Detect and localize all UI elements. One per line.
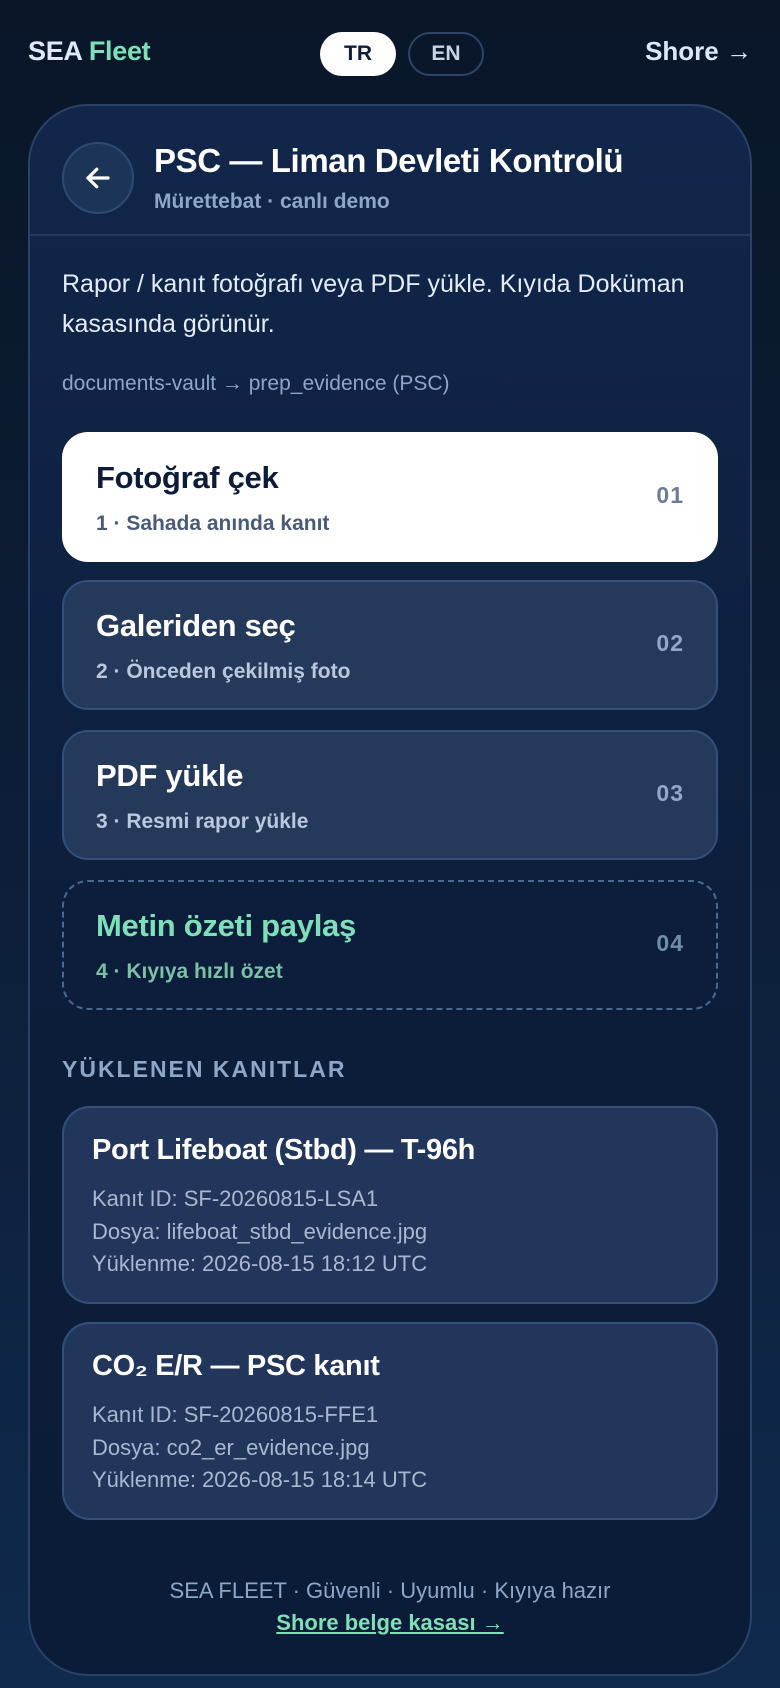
- option-number: 04: [656, 930, 684, 956]
- evidence-title: CO₂ E/R — PSC kanıt: [92, 1350, 380, 1382]
- footer-tagline: SEA FLEET · Güvenli · Uyumlu · Kıyıya ha…: [169, 1578, 611, 1603]
- brand-part-sea: SEA: [28, 36, 82, 66]
- option-take-photo[interactable]: Fotoğraf çek 1 · Sahada anında kanıt 01: [62, 432, 718, 562]
- evidence-date: Yüklenme: 2026-08-15 18:14 UTC: [92, 1467, 428, 1492]
- option-subtitle: 3 · Resmi rapor yükle: [96, 810, 309, 833]
- option-number: 02: [656, 630, 684, 656]
- evidence-card[interactable]: Port Lifeboat (Stbd) — T-96h Kanıt ID: S…: [62, 1106, 718, 1304]
- option-subtitle: 4 · Kıyıya hızlı özet: [96, 960, 283, 983]
- vault-path: documents-vault → prep_evidence (PSC): [62, 372, 450, 395]
- evidence-id: Kanıt ID: SF-20260815-LSA1: [92, 1186, 379, 1211]
- evidence-file: Dosya: lifeboat_stbd_evidence.jpg: [92, 1219, 428, 1244]
- option-choose-gallery[interactable]: Galeriden seç 2 · Önceden çekilmiş foto …: [62, 580, 718, 710]
- uploads-section-title: YÜKLENEN KANITLAR: [62, 1056, 347, 1082]
- lang-tr-button[interactable]: TR: [320, 32, 396, 76]
- page-title: PSC — Liman Devleti Kontrolü: [154, 142, 624, 179]
- evidence-title: Port Lifeboat (Stbd) — T-96h: [92, 1134, 476, 1166]
- option-subtitle: 2 · Önceden çekilmiş foto: [96, 660, 351, 683]
- option-upload-pdf[interactable]: PDF yükle 3 · Resmi rapor yükle 03: [62, 730, 718, 860]
- main-card: PSC — Liman Devleti Kontrolü Mürettebat …: [28, 104, 752, 1676]
- evidence-date: Yüklenme: 2026-08-15 18:12 UTC: [92, 1251, 428, 1276]
- lang-en-button[interactable]: EN: [408, 32, 484, 76]
- option-number: 03: [656, 780, 684, 806]
- card-header: PSC — Liman Devleti Kontrolü Mürettebat …: [30, 106, 750, 236]
- evidence-card[interactable]: CO₂ E/R — PSC kanıt Kanıt ID: SF-2026081…: [62, 1322, 718, 1520]
- evidence-id: Kanıt ID: SF-20260815-FFE1: [92, 1402, 379, 1427]
- option-title: PDF yükle: [96, 758, 244, 793]
- shore-vault-link[interactable]: Shore belge kasası →: [276, 1610, 503, 1635]
- page-subtitle: Mürettebat · canlı demo: [154, 190, 390, 213]
- option-title: Metin özeti paylaş: [96, 908, 356, 943]
- back-button[interactable]: [62, 142, 134, 214]
- option-number: 01: [656, 482, 684, 508]
- upload-description: Rapor / kanıt fotoğrafı veya PDF yükle. …: [62, 270, 685, 338]
- evidence-file: Dosya: co2_er_evidence.jpg: [92, 1435, 370, 1460]
- arrow-left-icon: [86, 167, 110, 189]
- brand-part-fleet: Fleet: [88, 36, 151, 66]
- brand-logo[interactable]: SEA Fleet: [28, 36, 151, 67]
- shore-link[interactable]: Shore →: [645, 36, 752, 67]
- option-subtitle: 1 · Sahada anında kanıt: [96, 512, 330, 535]
- top-bar: SEA Fleet TR EN Shore →: [0, 0, 780, 108]
- option-title: Fotoğraf çek: [96, 460, 279, 495]
- footer-link-wrap: Shore belge kasası →: [30, 1610, 750, 1636]
- option-share-text-summary[interactable]: Metin özeti paylaş 4 · Kıyıya hızlı özet…: [62, 880, 718, 1010]
- option-title: Galeriden seç: [96, 608, 296, 643]
